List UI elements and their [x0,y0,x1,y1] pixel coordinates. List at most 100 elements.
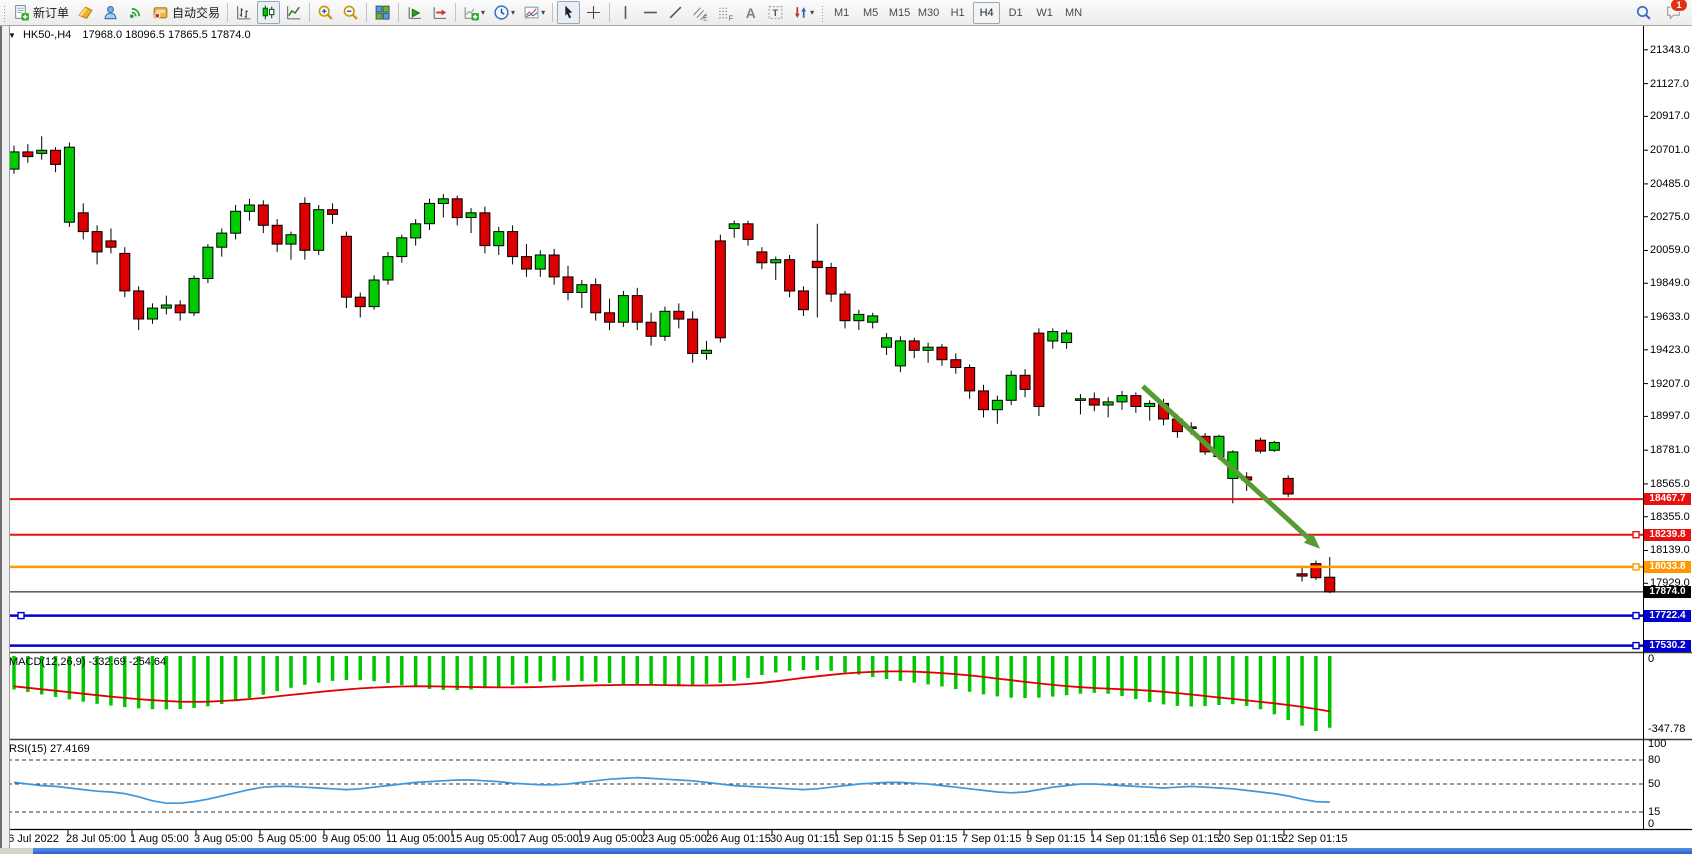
candlestick [951,360,961,368]
candlestick [37,150,47,153]
chart-title: ▼ HK50-,H4 17968.0 18096.5 17865.5 17874… [8,29,251,41]
time-axis-label: 15 Aug 05:00 [450,833,515,845]
chart-canvas[interactable] [0,0,1692,854]
toolbar-separator [398,3,399,22]
line-chart-icon [285,4,302,21]
candlestick [1297,574,1307,576]
candlestick [632,296,642,323]
time-axis-label: 26 Aug 01:15 [706,833,771,845]
text-button[interactable]: A [739,1,762,24]
timeframe-h4-button[interactable]: H4 [973,2,1000,24]
trendline-button[interactable] [664,1,687,24]
chevron-down-icon[interactable]: ▾ [481,8,485,17]
equidistant-channel-button[interactable]: E [689,1,712,24]
templates-button[interactable]: ▾ [520,1,548,24]
candlestick [771,260,781,263]
crosshair-button[interactable] [582,1,605,24]
candlestick [92,232,102,252]
periods-icon [493,4,510,21]
candlestick [397,238,407,257]
timeframe-m15-button[interactable]: M15 [886,2,913,24]
candlestick [78,213,88,232]
svg-text:A: A [746,5,756,21]
candlestick-chart-button[interactable] [257,1,280,24]
candlestick [979,391,989,410]
macd-signal-line [14,671,1330,711]
zoom-out-button[interactable] [339,1,362,24]
candlestick [258,205,268,225]
line-drag-handle[interactable] [1633,613,1639,619]
macd-axis-top: 0 [1648,653,1654,665]
line-chart-button[interactable] [282,1,305,24]
rsi-label: RSI(15) 27.4169 [9,743,90,755]
candlestick [1089,399,1099,405]
candlestick [411,224,421,238]
chevron-down-icon[interactable]: ▾ [810,8,814,17]
new-order-button[interactable]: 新订单 [10,1,72,24]
candlestick [1006,375,1016,400]
price-axis-label: 20485.0 [1650,178,1690,190]
candlestick [1145,403,1155,406]
signals-button[interactable] [124,1,147,24]
line-drag-handle[interactable] [1633,564,1639,570]
price-axis-label: 19423.0 [1650,344,1690,356]
fibonacci-button[interactable]: F [714,1,737,24]
search-button[interactable] [1632,1,1655,24]
indicators-button[interactable]: ▾ [460,1,488,24]
timeframe-d1-button[interactable]: D1 [1002,2,1029,24]
candlestick [577,285,587,293]
bar-chart-button[interactable] [232,1,255,24]
community-button[interactable] [99,1,122,24]
text-label-button[interactable]: T [764,1,787,24]
line-drag-handle[interactable] [1633,643,1639,649]
candlestick [965,368,975,391]
candlestick [23,152,33,157]
chart-shift-button[interactable] [428,1,451,24]
tile-windows-button[interactable] [371,1,394,24]
autotrading-button[interactable]: 自动交易 [149,1,223,24]
candlestick [244,205,254,211]
timeframe-m30-button[interactable]: M30 [915,2,942,24]
zoom-in-button[interactable] [314,1,337,24]
price-axis-label: 19633.0 [1650,311,1690,323]
auto-scroll-button[interactable] [403,1,426,24]
chevron-down-icon[interactable]: ▾ [541,8,545,17]
price-badge: 18239.8 [1644,529,1691,541]
metaeditor-button[interactable] [74,1,97,24]
notifications-button[interactable]: 1 [1662,1,1685,24]
timeframe-h1-button[interactable]: H1 [944,2,971,24]
horizontal-line-button[interactable] [639,1,662,24]
new-order-label: 新订单 [33,4,69,21]
price-axis-label: 21343.0 [1650,44,1690,56]
vertical-line-button[interactable] [614,1,637,24]
price-axis-label: 18781.0 [1650,444,1690,456]
line-drag-handle[interactable] [1633,532,1639,538]
price-badge: 18033.8 [1644,561,1691,573]
trend-arrow[interactable] [1143,386,1308,538]
rsi-axis-label: 80 [1648,754,1660,766]
candlestick [1020,375,1030,389]
price-badge: 17874.0 [1644,586,1691,598]
metaeditor-icon [77,4,94,21]
candlestick [1048,332,1058,341]
line-drag-handle[interactable] [18,613,24,619]
timeframe-m1-button[interactable]: M1 [828,2,855,24]
toolbar-separator [552,3,553,22]
timeframe-w1-button[interactable]: W1 [1031,2,1058,24]
candlestick [992,400,1002,409]
price-axis-label: 19207.0 [1650,378,1690,390]
chart-symbol-period: HK50-,H4 [23,29,71,41]
arrow-tools-icon [792,4,809,21]
timeframe-m5-button[interactable]: M5 [857,2,884,24]
periods-button[interactable]: ▾ [490,1,518,24]
chevron-down-icon[interactable]: ▾ [511,8,515,17]
time-axis-label: 30 Aug 01:15 [770,833,835,845]
candlestick [660,311,670,336]
cursor-button[interactable] [557,1,580,24]
new-order-icon [13,4,30,21]
price-axis-label: 18997.0 [1650,410,1690,422]
toolbar-right: 1 [1631,1,1686,24]
toolbar-separator [227,3,228,22]
timeframe-mn-button[interactable]: MN [1060,2,1087,24]
arrow-tools-button[interactable]: ▾ [789,1,817,24]
